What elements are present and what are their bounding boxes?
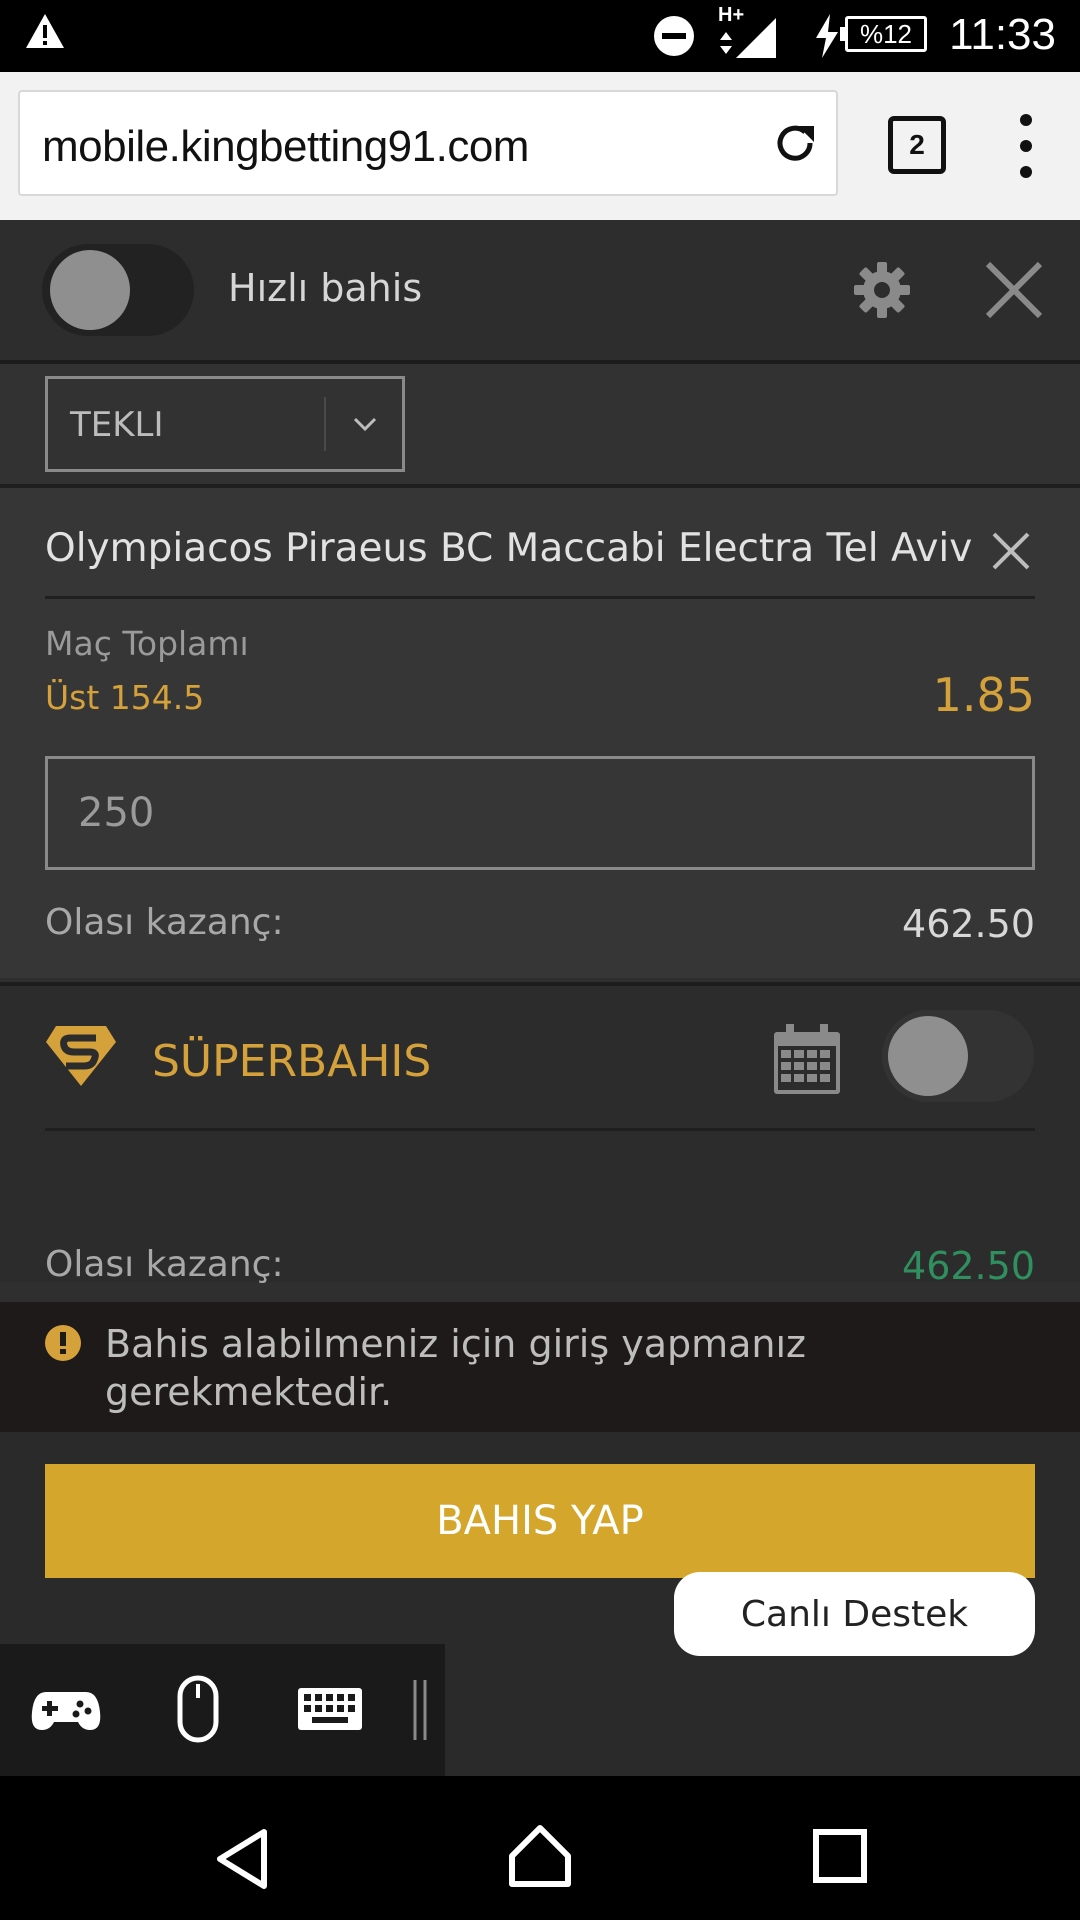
- superbahis-payout-value: 462.50: [902, 1244, 1035, 1288]
- do-not-disturb-icon: [654, 16, 694, 56]
- remove-bet-icon[interactable]: [990, 530, 1032, 572]
- bet-type-value: TEKLI: [70, 405, 164, 445]
- home-icon[interactable]: [506, 1822, 574, 1888]
- bet-type-row: TEKLI: [0, 364, 1080, 488]
- superbahis-label: SÜPERBAHIS: [152, 1036, 432, 1087]
- settings-gear-icon[interactable]: [852, 260, 912, 320]
- keyboard-icon[interactable]: [296, 1686, 364, 1732]
- tabs-button[interactable]: 2: [888, 116, 946, 174]
- url-text[interactable]: mobile.kingbetting91.com: [42, 122, 529, 172]
- login-notice: Bahis alabilmeniz için giriş yapmanız ge…: [0, 1302, 1080, 1432]
- login-notice-text: Bahis alabilmeniz için giriş yapmanız ge…: [105, 1322, 806, 1414]
- browser-toolbar: mobile.kingbetting91.com 2: [0, 72, 1080, 222]
- superbahis-logo-icon: [46, 1026, 116, 1086]
- recents-icon[interactable]: [812, 1828, 868, 1884]
- select-divider: [324, 397, 326, 451]
- toggle-knob: [50, 250, 130, 330]
- payout-label: Olası kazanç:: [45, 902, 284, 943]
- divider: [45, 1128, 1035, 1131]
- bet-type-select[interactable]: TEKLI: [45, 376, 405, 472]
- navigation-bar: [0, 1776, 1080, 1920]
- address-bar[interactable]: mobile.kingbetting91.com: [18, 90, 838, 196]
- bet-card: Olympiacos Piraeus BC Maccabi Electra Te…: [0, 488, 1080, 978]
- back-icon[interactable]: [212, 1826, 272, 1892]
- market-label: Maç Toplamı: [45, 624, 249, 663]
- mouse-icon[interactable]: [176, 1674, 220, 1744]
- quick-bet-toggle[interactable]: [42, 244, 194, 336]
- calendar-icon[interactable]: [772, 1022, 842, 1096]
- reload-icon[interactable]: [772, 120, 818, 166]
- status-bar: H+ %12 11:33: [0, 0, 1080, 72]
- place-bet-button[interactable]: BAHIS YAP: [45, 1464, 1035, 1578]
- stake-field[interactable]: [45, 756, 1035, 870]
- alert-icon: [45, 1325, 81, 1361]
- gamepad-icon[interactable]: [30, 1684, 102, 1736]
- selection-label: Üst 154.5: [45, 678, 205, 717]
- live-support-button[interactable]: Canlı Destek: [674, 1572, 1035, 1656]
- input-tool-dock: [0, 1644, 445, 1776]
- superbahis-toggle[interactable]: [882, 1010, 1034, 1102]
- status-time: 11:33: [949, 10, 1056, 59]
- stake-input[interactable]: [48, 759, 1032, 867]
- drag-handle-icon[interactable]: [410, 1678, 430, 1742]
- divider: [45, 596, 1035, 599]
- superbahis-section: SÜPERBAHIS Olası kazanç: 462.50: [0, 982, 1080, 1288]
- payout-value: 462.50: [902, 902, 1035, 946]
- chevron-down-icon: [353, 417, 377, 432]
- bet-slip: Hızlı bahis TEKLI Olympiacos Piraeus BC …: [0, 220, 1080, 1776]
- close-icon[interactable]: [984, 260, 1044, 320]
- match-title: Olympiacos Piraeus BC Maccabi Electra Te…: [45, 526, 973, 571]
- quick-bet-bar: Hızlı bahis: [0, 220, 1080, 364]
- battery-icon: %12: [840, 16, 927, 52]
- charging-icon: [816, 14, 838, 58]
- odds-value: 1.85: [932, 668, 1035, 722]
- signal-icon: [720, 18, 776, 58]
- superbahis-payout-label: Olası kazanç:: [45, 1244, 284, 1285]
- warning-icon: [26, 14, 64, 48]
- quick-bet-label: Hızlı bahis: [228, 266, 423, 310]
- overflow-menu-icon[interactable]: [1014, 112, 1038, 180]
- toggle-knob: [888, 1016, 968, 1096]
